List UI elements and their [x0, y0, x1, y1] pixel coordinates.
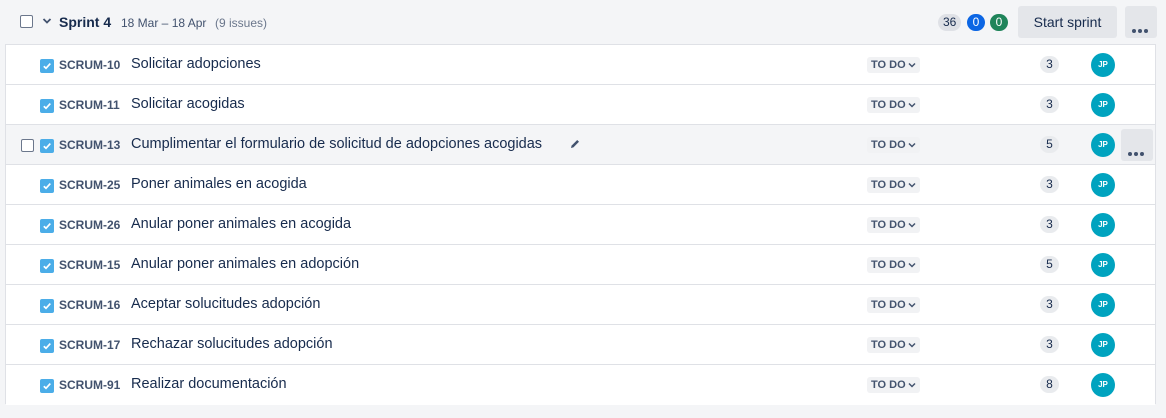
issue-key[interactable]: SCRUM-17 [59, 338, 120, 352]
task-type-icon [40, 219, 54, 233]
points-in-progress-badge: 0 [967, 14, 985, 31]
issue-row[interactable]: SCRUM-11 Solicitar acogidas TO DO 3 JP [6, 85, 1155, 125]
assignee-avatar[interactable]: JP [1091, 333, 1115, 357]
story-points-badge: 3 [1040, 336, 1059, 353]
issue-summary[interactable]: Solicitar acogidas [131, 96, 245, 112]
points-done-badge: 0 [990, 14, 1008, 31]
issue-key[interactable]: SCRUM-25 [59, 178, 120, 192]
chevron-down-icon[interactable] [42, 16, 52, 26]
task-type-icon [40, 139, 54, 153]
chevron-down-icon [908, 183, 916, 188]
chevron-down-icon [908, 383, 916, 388]
status-label: TO DO [871, 59, 906, 71]
chevron-down-icon [908, 263, 916, 268]
assignee-avatar[interactable]: JP [1091, 253, 1115, 277]
issue-summary[interactable]: Poner animales en acogida [131, 176, 307, 192]
sprint-header: Sprint 4 18 Mar – 18 Apr (9 issues) 36 0… [0, 0, 1166, 44]
sprint-issue-count: (9 issues) [215, 16, 268, 30]
issue-key[interactable]: SCRUM-16 [59, 298, 120, 312]
issue-key[interactable]: SCRUM-26 [59, 218, 120, 232]
assignee-avatar[interactable]: JP [1091, 133, 1115, 157]
assignee-avatar[interactable]: JP [1091, 53, 1115, 77]
more-horizontal-icon [1128, 143, 1146, 161]
status-dropdown[interactable]: TO DO [867, 257, 920, 273]
chevron-down-icon [908, 63, 916, 68]
issue-summary[interactable]: Cumplimentar el formulario de solicitud … [131, 136, 542, 152]
status-label: TO DO [871, 299, 906, 311]
status-dropdown[interactable]: TO DO [867, 297, 920, 313]
issue-row[interactable]: SCRUM-91 Realizar documentación TO DO 8 JP [6, 365, 1155, 405]
story-points-badge: 3 [1040, 96, 1059, 113]
issue-more-button[interactable] [1121, 129, 1153, 161]
sprint-select-checkbox[interactable] [20, 15, 33, 28]
start-sprint-button[interactable]: Start sprint [1018, 6, 1117, 38]
issue-row[interactable]: SCRUM-16 Aceptar solucitudes adopción TO D… [6, 285, 1155, 325]
story-points-badge: 3 [1040, 176, 1059, 193]
issue-summary[interactable]: Realizar documentación [131, 376, 287, 392]
assignee-avatar[interactable]: JP [1091, 213, 1115, 237]
issue-row[interactable]: SCRUM-26 Anular poner animales en acogida… [6, 205, 1155, 245]
status-dropdown[interactable]: TO DO [867, 217, 920, 233]
issue-key[interactable]: SCRUM-13 [59, 138, 120, 152]
task-type-icon [40, 99, 54, 113]
sprint-dates: 18 Mar – 18 Apr [121, 16, 207, 30]
issue-summary[interactable]: Anular poner animales en acogida [131, 216, 351, 232]
issue-key[interactable]: SCRUM-10 [59, 58, 120, 72]
task-type-icon [40, 259, 54, 273]
status-label: TO DO [871, 259, 906, 271]
status-dropdown[interactable]: TO DO [867, 97, 920, 113]
chevron-down-icon [908, 143, 916, 148]
status-dropdown[interactable]: TO DO [867, 137, 920, 153]
assignee-avatar[interactable]: JP [1091, 373, 1115, 397]
issue-list: SCRUM-10 Solicitar adopciones TO DO 3 JP SCRU… [5, 44, 1156, 405]
story-points-badge: 3 [1040, 296, 1059, 313]
issue-key[interactable]: SCRUM-15 [59, 258, 120, 272]
task-type-icon [40, 299, 54, 313]
assignee-avatar[interactable]: JP [1091, 93, 1115, 117]
sprint-name[interactable]: Sprint 4 [59, 14, 111, 30]
chevron-down-icon [908, 223, 916, 228]
chevron-down-icon [908, 343, 916, 348]
issue-select-checkbox[interactable] [21, 139, 34, 152]
story-points-badge: 8 [1040, 376, 1059, 393]
status-label: TO DO [871, 179, 906, 191]
task-type-icon [40, 59, 54, 73]
pencil-icon[interactable] [569, 138, 581, 150]
status-dropdown[interactable]: TO DO [867, 57, 920, 73]
issue-key[interactable]: SCRUM-91 [59, 378, 120, 392]
issue-row[interactable]: SCRUM-25 Poner animales en acogida TO DO 3 J… [6, 165, 1155, 205]
status-label: TO DO [871, 339, 906, 351]
issue-key[interactable]: SCRUM-11 [59, 98, 120, 112]
story-points-badge: 5 [1040, 136, 1059, 153]
issue-summary[interactable]: Solicitar adopciones [131, 56, 261, 72]
chevron-down-icon [908, 303, 916, 308]
status-label: TO DO [871, 99, 906, 111]
points-todo-badge: 36 [938, 14, 962, 31]
task-type-icon [40, 379, 54, 393]
status-label: TO DO [871, 219, 906, 231]
status-dropdown[interactable]: TO DO [867, 377, 920, 393]
status-label: TO DO [871, 379, 906, 391]
assignee-avatar[interactable]: JP [1091, 173, 1115, 197]
sprint-more-button[interactable] [1125, 6, 1157, 38]
story-points-badge: 3 [1040, 216, 1059, 233]
issue-row[interactable]: SCRUM-10 Solicitar adopciones TO DO 3 JP [6, 45, 1155, 85]
status-dropdown[interactable]: TO DO [867, 337, 920, 353]
task-type-icon [40, 179, 54, 193]
issue-row[interactable]: SCRUM-13 Cumplimentar el formulario de so… [6, 125, 1155, 165]
task-type-icon [40, 339, 54, 353]
issue-summary[interactable]: Rechazar solucitudes adopción [131, 336, 333, 352]
chevron-down-icon [908, 103, 916, 108]
status-label: TO DO [871, 139, 906, 151]
story-points-badge: 3 [1040, 56, 1059, 73]
issue-row[interactable]: SCRUM-15 Anular poner animales en adopció… [6, 245, 1155, 285]
issue-row[interactable]: SCRUM-17 Rechazar solucitudes adopción TO … [6, 325, 1155, 365]
issue-summary[interactable]: Anular poner animales en adopción [131, 256, 359, 272]
status-dropdown[interactable]: TO DO [867, 177, 920, 193]
more-horizontal-icon [1132, 20, 1150, 38]
assignee-avatar[interactable]: JP [1091, 293, 1115, 317]
issue-summary[interactable]: Aceptar solucitudes adopción [131, 296, 320, 312]
story-points-badge: 5 [1040, 256, 1059, 273]
